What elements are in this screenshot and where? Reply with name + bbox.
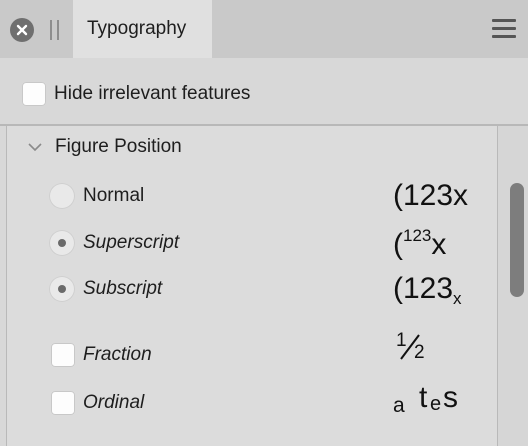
subscript-preview-base: (123 bbox=[393, 272, 454, 305]
scrollbar-thumb[interactable] bbox=[510, 183, 524, 297]
option-label: Normal bbox=[83, 185, 145, 206]
chevron-down-icon[interactable] bbox=[27, 140, 43, 154]
hide-irrelevant-label: Hide irrelevant features bbox=[54, 83, 251, 104]
subscript-preview-lowered: x bbox=[453, 289, 462, 308]
superscript-preview-tail: x bbox=[431, 228, 447, 261]
option-label: Subscript bbox=[83, 278, 163, 299]
grip-icon[interactable] bbox=[50, 20, 59, 40]
tab-typography[interactable]: Typography bbox=[73, 0, 212, 58]
ordinal-checkbox[interactable] bbox=[51, 391, 75, 415]
panel-titlebar: Typography bbox=[0, 0, 528, 58]
fraction-denominator: 2 bbox=[414, 342, 425, 363]
normal-radio[interactable] bbox=[49, 183, 75, 209]
feature-list: Figure Position Normal (123x Superscript… bbox=[6, 126, 498, 446]
hamburger-menu-icon[interactable] bbox=[492, 19, 516, 39]
superscript-preview-raised: 123 bbox=[403, 226, 432, 245]
ordinal-preview-s: s bbox=[443, 381, 458, 414]
subscript-radio[interactable] bbox=[49, 276, 75, 302]
superscript-preview: (123x bbox=[393, 227, 447, 261]
option-label: Fraction bbox=[83, 344, 152, 365]
normal-preview-text: (123x bbox=[393, 179, 469, 212]
ordinal-preview-a: a bbox=[393, 394, 405, 417]
normal-preview: (123x bbox=[393, 181, 468, 211]
ordinal-preview-e: e bbox=[430, 393, 442, 415]
hide-irrelevant-checkbox[interactable] bbox=[22, 82, 46, 106]
section-title: Figure Position bbox=[55, 136, 182, 157]
fraction-checkbox[interactable] bbox=[51, 343, 75, 367]
ordinal-preview-t: t bbox=[419, 381, 428, 414]
typography-panel: Hide irrelevant features Figure Position… bbox=[0, 58, 528, 446]
close-icon[interactable] bbox=[10, 18, 34, 42]
fraction-preview: 1 2 bbox=[393, 329, 433, 365]
subscript-preview: (123x bbox=[393, 272, 462, 308]
ordinal-preview: a t e s bbox=[391, 381, 481, 417]
superscript-radio[interactable] bbox=[49, 230, 75, 256]
superscript-preview-base: ( bbox=[393, 228, 403, 261]
tab-label: Typography bbox=[87, 18, 187, 39]
option-label: Superscript bbox=[83, 232, 180, 253]
option-label: Ordinal bbox=[83, 392, 145, 413]
